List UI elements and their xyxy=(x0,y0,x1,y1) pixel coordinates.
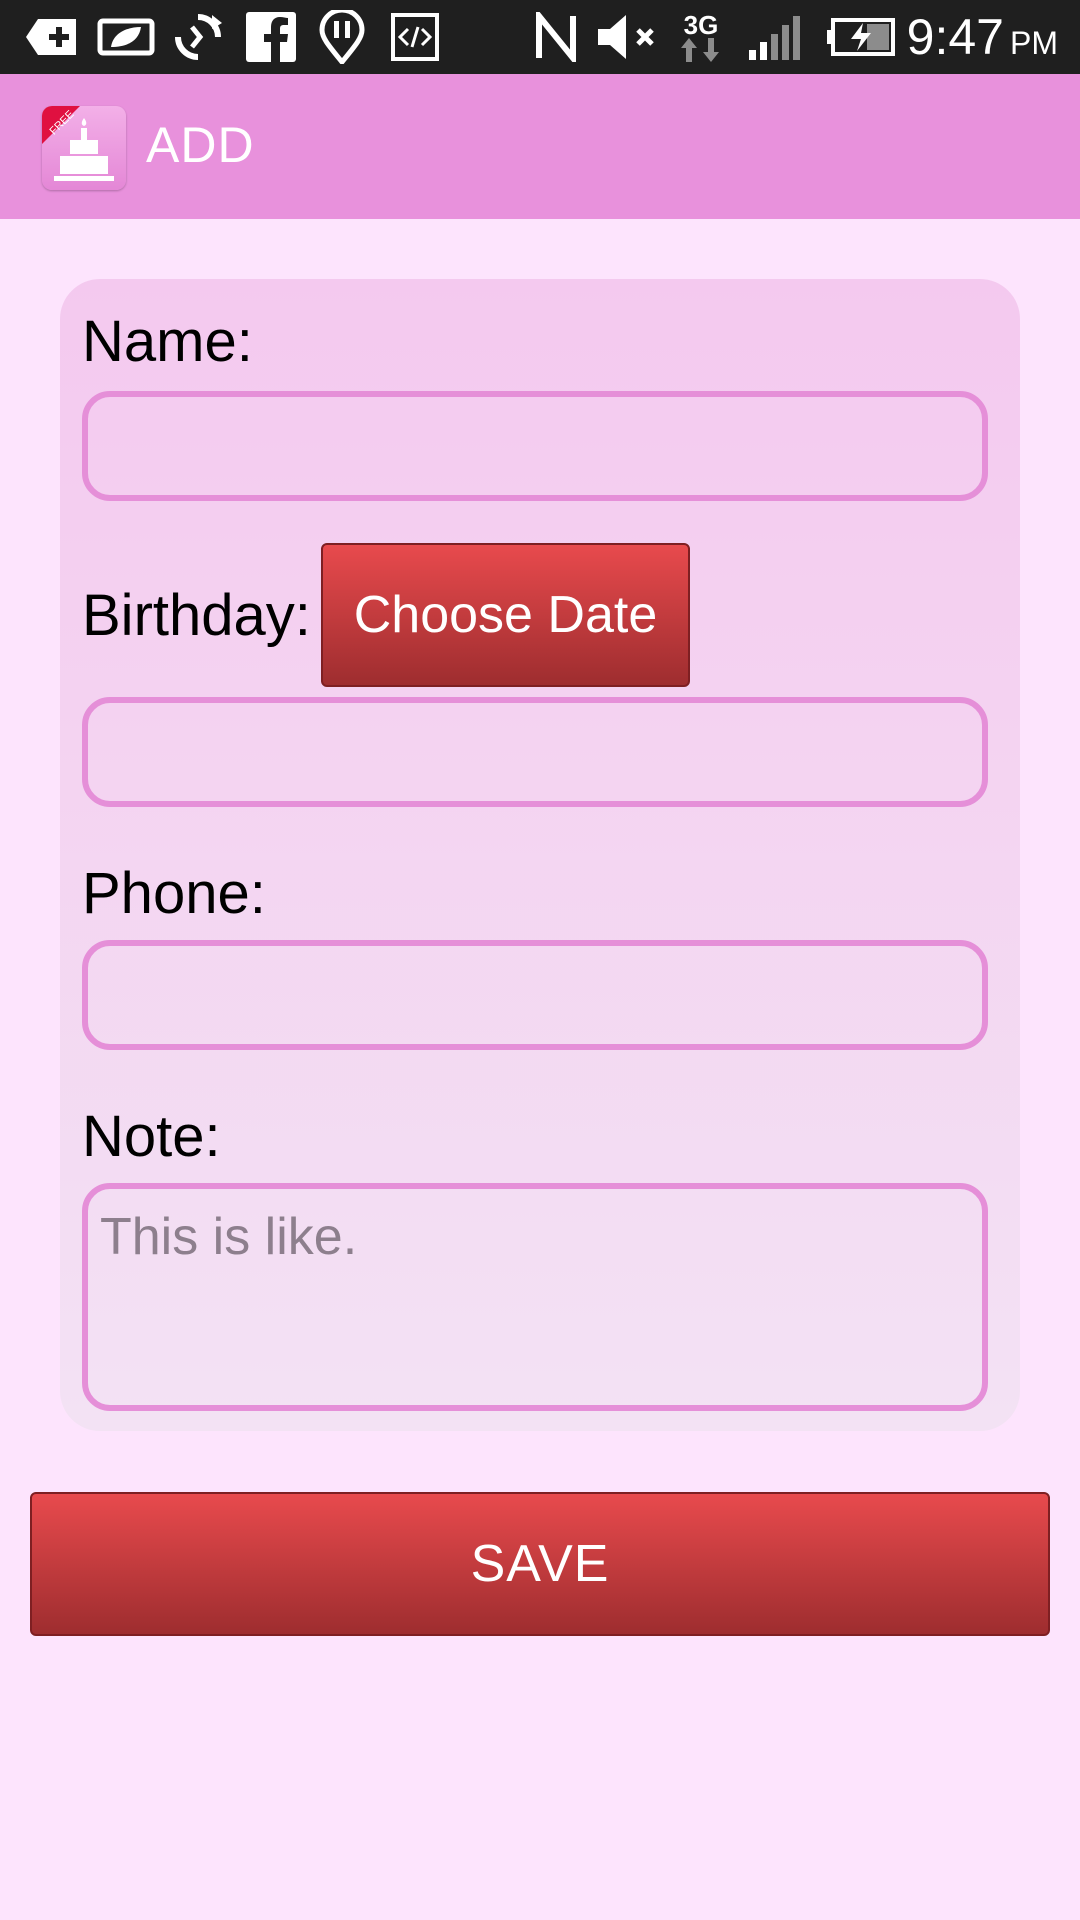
name-label: Name: xyxy=(82,309,253,374)
phone-label: Phone: xyxy=(82,861,266,926)
network-3g-icon: 3G xyxy=(676,12,726,62)
app-bar: FREE ADD xyxy=(0,74,1080,219)
signal-icon xyxy=(746,12,806,62)
choose-date-button[interactable]: Choose Date xyxy=(321,543,690,687)
birthday-label: Birthday: xyxy=(82,583,311,648)
app-logo[interactable]: FREE xyxy=(42,106,126,190)
add-notification-icon xyxy=(22,12,82,62)
phone-input[interactable] xyxy=(88,946,982,1044)
clock-time: 9:47 xyxy=(906,9,1004,65)
nfc-icon xyxy=(532,12,580,62)
photo-leaf-icon xyxy=(96,12,156,62)
save-button[interactable]: SAVE xyxy=(30,1492,1050,1636)
sync-icon xyxy=(168,12,228,62)
birthday-input[interactable] xyxy=(88,703,982,801)
page-title: ADD xyxy=(146,117,255,173)
name-field[interactable] xyxy=(82,391,988,501)
code-icon xyxy=(390,12,440,62)
status-time: 9:47 PM xyxy=(907,8,1058,68)
birthday-field[interactable] xyxy=(82,697,988,807)
volume-muted-icon xyxy=(596,12,660,62)
note-field[interactable] xyxy=(82,1183,988,1411)
battery-charging-icon xyxy=(824,12,898,62)
birthday-cake-icon: FREE xyxy=(42,106,114,181)
status-bar: 3G 9:47 PM xyxy=(0,0,1080,74)
name-input[interactable] xyxy=(88,397,982,495)
phone-field[interactable] xyxy=(82,940,988,1050)
note-textarea[interactable] xyxy=(88,1189,982,1405)
note-label: Note: xyxy=(82,1104,221,1169)
facebook-icon xyxy=(244,12,298,62)
network-type: 3G xyxy=(683,10,719,40)
clock-ampm: PM xyxy=(1010,25,1058,61)
location-pause-icon xyxy=(316,10,368,64)
